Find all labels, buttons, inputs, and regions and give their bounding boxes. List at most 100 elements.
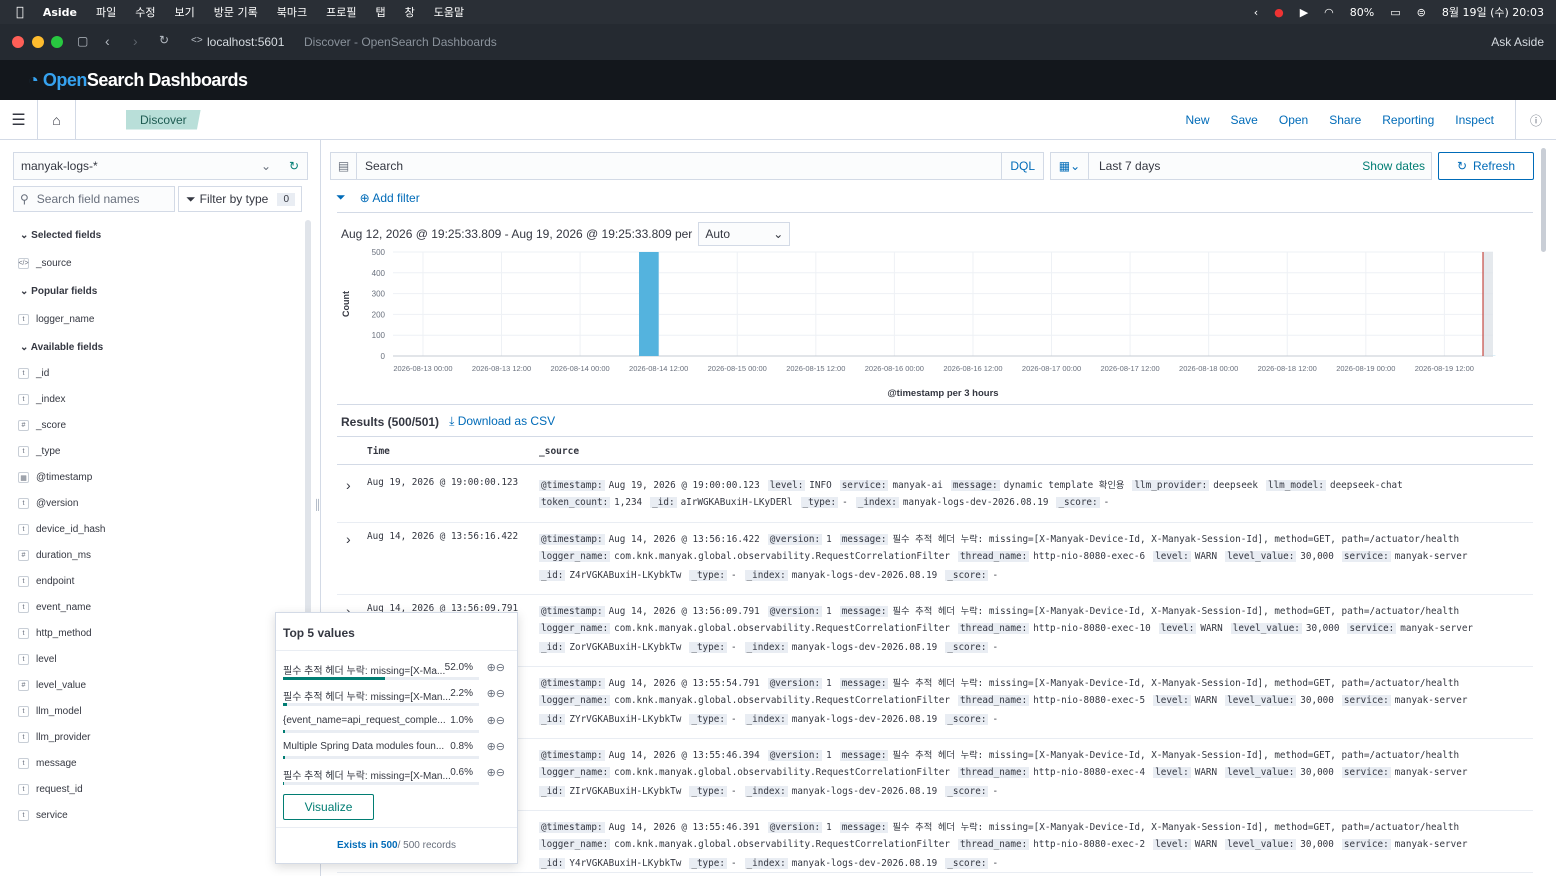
save-button[interactable]: Save [1231, 113, 1258, 127]
field-item-eventname[interactable]: t event_name [18, 602, 91, 613]
field-item-durationms[interactable]: # duration_ms [18, 550, 91, 561]
saved-query-icon[interactable]: ▤ [331, 153, 357, 179]
wifi-icon[interactable]: ◠ [1324, 6, 1334, 19]
reload-icon[interactable]: ↻ [159, 33, 169, 47]
field-item-index[interactable]: t _index [18, 394, 65, 405]
menu-item[interactable]: 북마크 [277, 4, 307, 20]
ask-aside-button[interactable]: Ask Aside [1491, 35, 1544, 49]
menu-item[interactable]: 창 [405, 4, 415, 20]
breadcrumb[interactable]: Discover [126, 109, 201, 130]
inspect-button[interactable]: Inspect [1455, 113, 1494, 127]
field-item-version[interactable]: t @version [18, 498, 78, 509]
filter-out-value-icon[interactable]: ⊖ [496, 741, 505, 753]
query-bar[interactable]: ▤ Search DQL [330, 152, 1044, 180]
field-item-source[interactable]: </> _source [18, 258, 72, 269]
sidebar-toggle-icon[interactable]: ▢ [77, 34, 88, 48]
col-time[interactable]: Time [367, 446, 390, 457]
refresh-button[interactable]: ↻ Refresh [1438, 152, 1534, 180]
table-header: Time _source [337, 445, 1533, 465]
refresh-fields-icon[interactable]: ↻ [289, 159, 299, 173]
filter-out-value-icon[interactable]: ⊖ [496, 662, 505, 674]
close-window-icon[interactable] [12, 36, 24, 48]
main-scrollbar[interactable] [1541, 148, 1546, 252]
menu-item[interactable]: 파일 [96, 4, 116, 20]
share-button[interactable]: Share [1329, 113, 1361, 127]
field-item-deviceidhash[interactable]: t device_id_hash [18, 524, 106, 535]
menu-item[interactable]: 방문 기록 [214, 4, 258, 20]
add-filter-button[interactable]: ⊕ Add filter [360, 191, 420, 205]
apple-icon[interactable]:  [16, 5, 24, 20]
field-item-service[interactable]: t service [18, 810, 68, 821]
filter-for-value-icon[interactable]: ⊕ [487, 767, 496, 779]
menu-toggle-icon[interactable]: ☰ [0, 99, 38, 140]
field-item-requestid[interactable]: t request_id [18, 784, 83, 795]
dql-toggle[interactable]: DQL [1001, 153, 1043, 179]
zoom-window-icon[interactable] [51, 36, 63, 48]
menu-item[interactable]: 도움말 [434, 4, 464, 20]
show-dates-button[interactable]: Show dates [1362, 159, 1425, 173]
col-source[interactable]: _source [539, 446, 579, 457]
opensearch-logo[interactable]: ◔ OpenSearch Dashboards [28, 70, 248, 91]
field-item-endpoint[interactable]: t endpoint [18, 576, 74, 587]
field-item-timestamp[interactable]: ▦ @timestamp [18, 472, 92, 483]
reporting-button[interactable]: Reporting [1382, 113, 1434, 127]
control-center-icon[interactable]: ⊜ [1417, 6, 1426, 19]
menu-item[interactable]: 보기 [174, 4, 194, 20]
visualize-button[interactable]: Visualize [283, 794, 374, 820]
field-item-httpmethod[interactable]: t http_method [18, 628, 92, 639]
recording-icon[interactable]: ● [1274, 6, 1284, 19]
field-item-level[interactable]: t level [18, 654, 57, 665]
source-value: http-nio-8080-exec-5 [1033, 694, 1146, 706]
field-item-score[interactable]: # _score [18, 420, 66, 431]
help-icon[interactable]: ⓘ [1514, 100, 1556, 140]
download-csv-button[interactable]: ⤓ Download as CSV [449, 414, 555, 429]
filter-for-value-icon[interactable]: ⊕ [487, 662, 496, 674]
filter-for-value-icon[interactable]: ⊕ [487, 741, 496, 753]
field-item-type[interactable]: t _type [18, 446, 60, 457]
expand-row-icon[interactable]: › [346, 531, 351, 547]
funnel-icon: ⏷ [186, 191, 196, 206]
source-value: Y4rVGKABuxiH-LKybkTw [569, 858, 682, 869]
chevron-left-icon[interactable]: ‹ [1254, 6, 1258, 19]
available-fields-header[interactable]: ⌄ Available fields [20, 342, 103, 353]
histogram-chart[interactable]: 0 100 200 300 400 500 2026-08-13 00:00 2026-08-… [337, 245, 1533, 405]
app-name[interactable]: Aside [43, 6, 77, 19]
menu-item[interactable]: 수정 [135, 4, 155, 20]
menu-item[interactable]: 프로필 [326, 4, 356, 20]
calendar-icon[interactable]: ▦⌄ [1051, 153, 1089, 179]
play-icon[interactable]: ▶ [1300, 6, 1308, 19]
date-range-label[interactable]: Last 7 days [1099, 159, 1362, 173]
open-button[interactable]: Open [1279, 113, 1308, 127]
search-input[interactable]: Search [365, 159, 1001, 173]
expand-row-icon[interactable]: › [346, 477, 351, 493]
field-item-llmmodel[interactable]: t llm_model [18, 706, 82, 717]
field-item-message[interactable]: t message [18, 758, 77, 769]
histogram-bar[interactable] [639, 252, 659, 356]
popular-fields-header[interactable]: ⌄ Popular fields [20, 286, 97, 297]
search-field-names-input[interactable]: ⚲ Search field names [13, 186, 175, 212]
interval-select[interactable]: Auto ⌄ [698, 222, 791, 246]
forward-icon[interactable]: › [133, 33, 138, 49]
index-pattern-select[interactable]: manyak-logs-* ⌄ ↻ [13, 152, 308, 180]
selected-fields-header[interactable]: ⌄ Selected fields [20, 230, 101, 241]
minimize-window-icon[interactable] [32, 36, 44, 48]
table-row[interactable]: › Aug 19, 2026 @ 19:00:00.123 @timestamp: A… [337, 471, 1533, 523]
home-icon[interactable]: ⌂ [38, 99, 76, 140]
new-button[interactable]: New [1185, 113, 1209, 127]
filter-out-value-icon[interactable]: ⊖ [496, 715, 505, 727]
filter-by-type-button[interactable]: ⏷ Filter by type 0 [178, 186, 302, 212]
filter-out-value-icon[interactable]: ⊖ [496, 767, 505, 779]
filter-for-value-icon[interactable]: ⊕ [487, 715, 496, 727]
filter-icon[interactable]: ⏷ [336, 190, 346, 205]
field-item-id[interactable]: t _id [18, 368, 49, 379]
filter-for-value-icon[interactable]: ⊕ [487, 688, 496, 700]
field-item-levelvalue[interactable]: # level_value [18, 680, 86, 691]
menu-item[interactable]: 탭 [375, 4, 385, 20]
field-item-llmprovider[interactable]: t llm_provider [18, 732, 90, 743]
filter-out-value-icon[interactable]: ⊖ [496, 688, 505, 700]
table-row[interactable]: › Aug 14, 2026 @ 13:56:16.422 @timestamp: A… [337, 525, 1533, 595]
back-icon[interactable]: ‹ [105, 33, 110, 49]
address-bar[interactable]: localhost:5601 [207, 35, 284, 49]
field-item-loggername[interactable]: t logger_name [18, 314, 94, 325]
date-picker[interactable]: ▦⌄ Last 7 days Show dates [1050, 152, 1432, 180]
